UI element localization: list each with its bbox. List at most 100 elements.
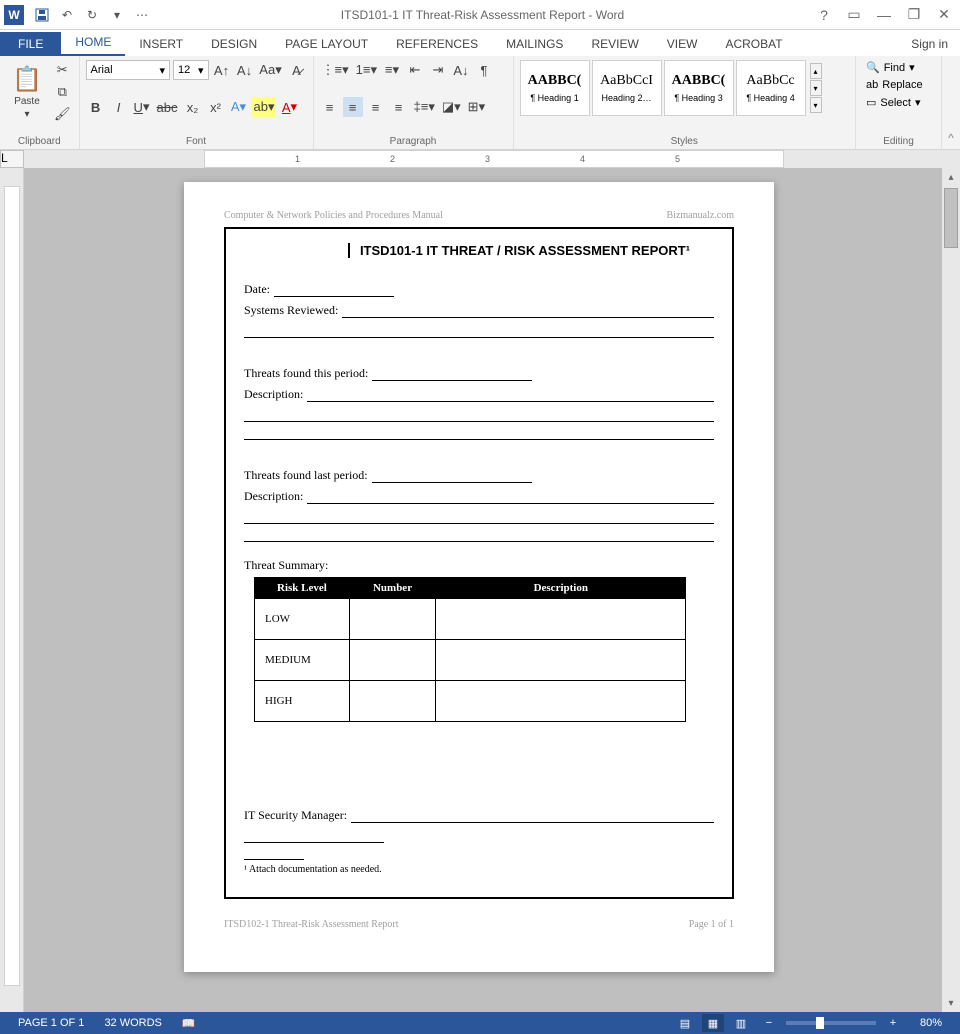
ruler-track: 1 2 3 4 5 — [204, 150, 784, 168]
threats-this-period-field: Threats found this period: — [244, 366, 714, 381]
document-heading: ITSD101-1 IT THREAT / RISK ASSESSMENT RE… — [348, 243, 690, 258]
align-left-button[interactable]: ≡ — [320, 97, 340, 117]
superscript-button[interactable]: x² — [205, 97, 225, 117]
print-layout-button[interactable]: ▦ — [702, 1014, 724, 1032]
help-button[interactable]: ? — [812, 3, 836, 27]
tab-references[interactable]: REFERENCES — [382, 32, 492, 56]
ribbon-display-button[interactable]: ▭ — [842, 3, 866, 27]
save-button[interactable] — [31, 4, 53, 26]
replace-icon: ab — [866, 79, 878, 91]
show-marks-button[interactable]: ¶ — [474, 60, 494, 80]
strikethrough-button[interactable]: abc — [155, 97, 180, 117]
zoom-level[interactable]: 80% — [910, 1017, 952, 1029]
tab-page-layout[interactable]: PAGE LAYOUT — [271, 32, 382, 56]
web-layout-button[interactable]: ▥ — [730, 1014, 752, 1032]
font-name-value: Arial — [91, 64, 113, 76]
scroll-up-button[interactable]: ▴ — [942, 168, 960, 186]
style-heading1[interactable]: AABBC(¶ Heading 1 — [520, 60, 590, 116]
chevron-down-icon: ▾ — [160, 64, 166, 77]
tab-home[interactable]: HOME — [61, 30, 125, 56]
underline-button[interactable]: U▾ — [132, 97, 152, 117]
bold-button[interactable]: B — [86, 97, 106, 117]
multilevel-list-button[interactable]: ≡▾ — [382, 60, 402, 80]
read-mode-button[interactable]: ▤ — [674, 1014, 696, 1032]
cut-button[interactable]: ✂ — [52, 60, 73, 80]
zoom-out-button[interactable]: − — [758, 1014, 780, 1032]
replace-button[interactable]: abReplace — [862, 78, 935, 92]
styles-row-down[interactable]: ▾ — [810, 80, 822, 96]
style-heading4[interactable]: AaBbCc¶ Heading 4 — [736, 60, 806, 116]
shading-button[interactable]: ◪▾ — [440, 97, 463, 117]
decrease-indent-button[interactable]: ⇤ — [405, 60, 425, 80]
tab-acrobat[interactable]: ACROBAT — [711, 32, 796, 56]
quick-print-button[interactable]: ▾ — [106, 4, 128, 26]
numbering-button[interactable]: 1≡▾ — [354, 60, 379, 80]
zoom-handle[interactable] — [816, 1017, 824, 1029]
vertical-scrollbar[interactable]: ▴ ▾ — [942, 168, 960, 1012]
redo-button[interactable]: ↻ — [81, 4, 103, 26]
styles-row-up[interactable]: ▴ — [810, 63, 822, 79]
font-size-value: 12 — [178, 64, 190, 76]
align-center-button[interactable]: ≡ — [343, 97, 363, 117]
highlight-button[interactable]: ab▾ — [251, 97, 276, 117]
tab-mailings[interactable]: MAILINGS — [492, 32, 577, 56]
minimize-button[interactable]: — — [872, 3, 896, 27]
close-button[interactable]: ✕ — [932, 3, 956, 27]
threat-summary-table: Risk Level Number Description LOW MEDIUM… — [254, 577, 686, 722]
blank-line — [244, 528, 714, 542]
borders-button[interactable]: ⊞▾ — [466, 97, 487, 117]
increase-indent-button[interactable]: ⇥ — [428, 60, 448, 80]
chevron-down-icon: ▾ — [24, 109, 29, 120]
page-count[interactable]: PAGE 1 OF 1 — [8, 1017, 94, 1029]
signin-link[interactable]: Sign in — [899, 32, 960, 56]
tab-file[interactable]: FILE — [0, 32, 61, 56]
font-color-button[interactable]: A▾ — [279, 97, 299, 117]
word-count[interactable]: 32 WORDS — [94, 1017, 171, 1029]
page-header: Computer & Network Policies and Procedur… — [224, 210, 734, 221]
styles-expand[interactable]: ▾ — [810, 97, 822, 113]
line-spacing-button[interactable]: ‡≡▾ — [412, 97, 437, 117]
proofing-button[interactable]: 📖 — [172, 1017, 206, 1030]
table-row: HIGH — [255, 681, 686, 722]
grow-font-button[interactable]: A↑ — [212, 60, 232, 80]
justify-button[interactable]: ≡ — [389, 97, 409, 117]
scroll-thumb[interactable] — [944, 188, 958, 248]
copy-button[interactable]: ⧉ — [52, 82, 73, 102]
text-effects-button[interactable]: A▾ — [228, 97, 248, 117]
vertical-ruler[interactable] — [0, 168, 24, 1012]
col-description: Description — [436, 578, 686, 599]
horizontal-ruler[interactable]: L 1 2 3 4 5 — [0, 150, 960, 168]
tab-design[interactable]: DESIGN — [197, 32, 271, 56]
col-number: Number — [349, 578, 435, 599]
shrink-font-button[interactable]: A↓ — [235, 60, 255, 80]
tab-insert[interactable]: INSERT — [125, 32, 197, 56]
align-right-button[interactable]: ≡ — [366, 97, 386, 117]
style-heading3[interactable]: AABBC(¶ Heading 3 — [664, 60, 734, 116]
paste-label: Paste — [14, 96, 40, 107]
tab-view[interactable]: VIEW — [653, 32, 712, 56]
font-size-select[interactable]: 12▾ — [173, 60, 208, 80]
subscript-button[interactable]: x₂ — [182, 97, 202, 117]
zoom-slider[interactable] — [786, 1021, 876, 1025]
blank-line — [244, 408, 714, 422]
font-name-select[interactable]: Arial ▾ — [86, 60, 171, 80]
clear-formatting-button[interactable]: A̷ — [287, 60, 307, 80]
italic-button[interactable]: I — [109, 97, 129, 117]
tab-review[interactable]: REVIEW — [577, 32, 652, 56]
format-painter-button[interactable]: 🖌 — [52, 104, 73, 124]
qat-customize[interactable]: ⋯ — [131, 4, 153, 26]
restore-button[interactable]: ❐ — [902, 3, 926, 27]
change-case-button[interactable]: Aa▾ — [258, 60, 284, 80]
undo-button[interactable]: ↶ — [56, 4, 78, 26]
collapse-ribbon-button[interactable]: ^ — [942, 56, 960, 149]
style-heading2[interactable]: AaBbCcIHeading 2… — [592, 60, 662, 116]
select-button[interactable]: ▭Select▾ — [862, 95, 935, 110]
scroll-down-button[interactable]: ▾ — [942, 994, 960, 1012]
tab-selector[interactable]: L — [0, 150, 24, 168]
document-canvas[interactable]: Computer & Network Policies and Procedur… — [24, 168, 960, 1012]
bullets-button[interactable]: ⋮≡▾ — [320, 60, 351, 80]
find-button[interactable]: 🔍Find▾ — [862, 60, 935, 75]
sort-button[interactable]: A↓ — [451, 60, 471, 80]
paste-button[interactable]: 📋 Paste ▾ — [6, 60, 48, 124]
zoom-in-button[interactable]: + — [882, 1014, 904, 1032]
